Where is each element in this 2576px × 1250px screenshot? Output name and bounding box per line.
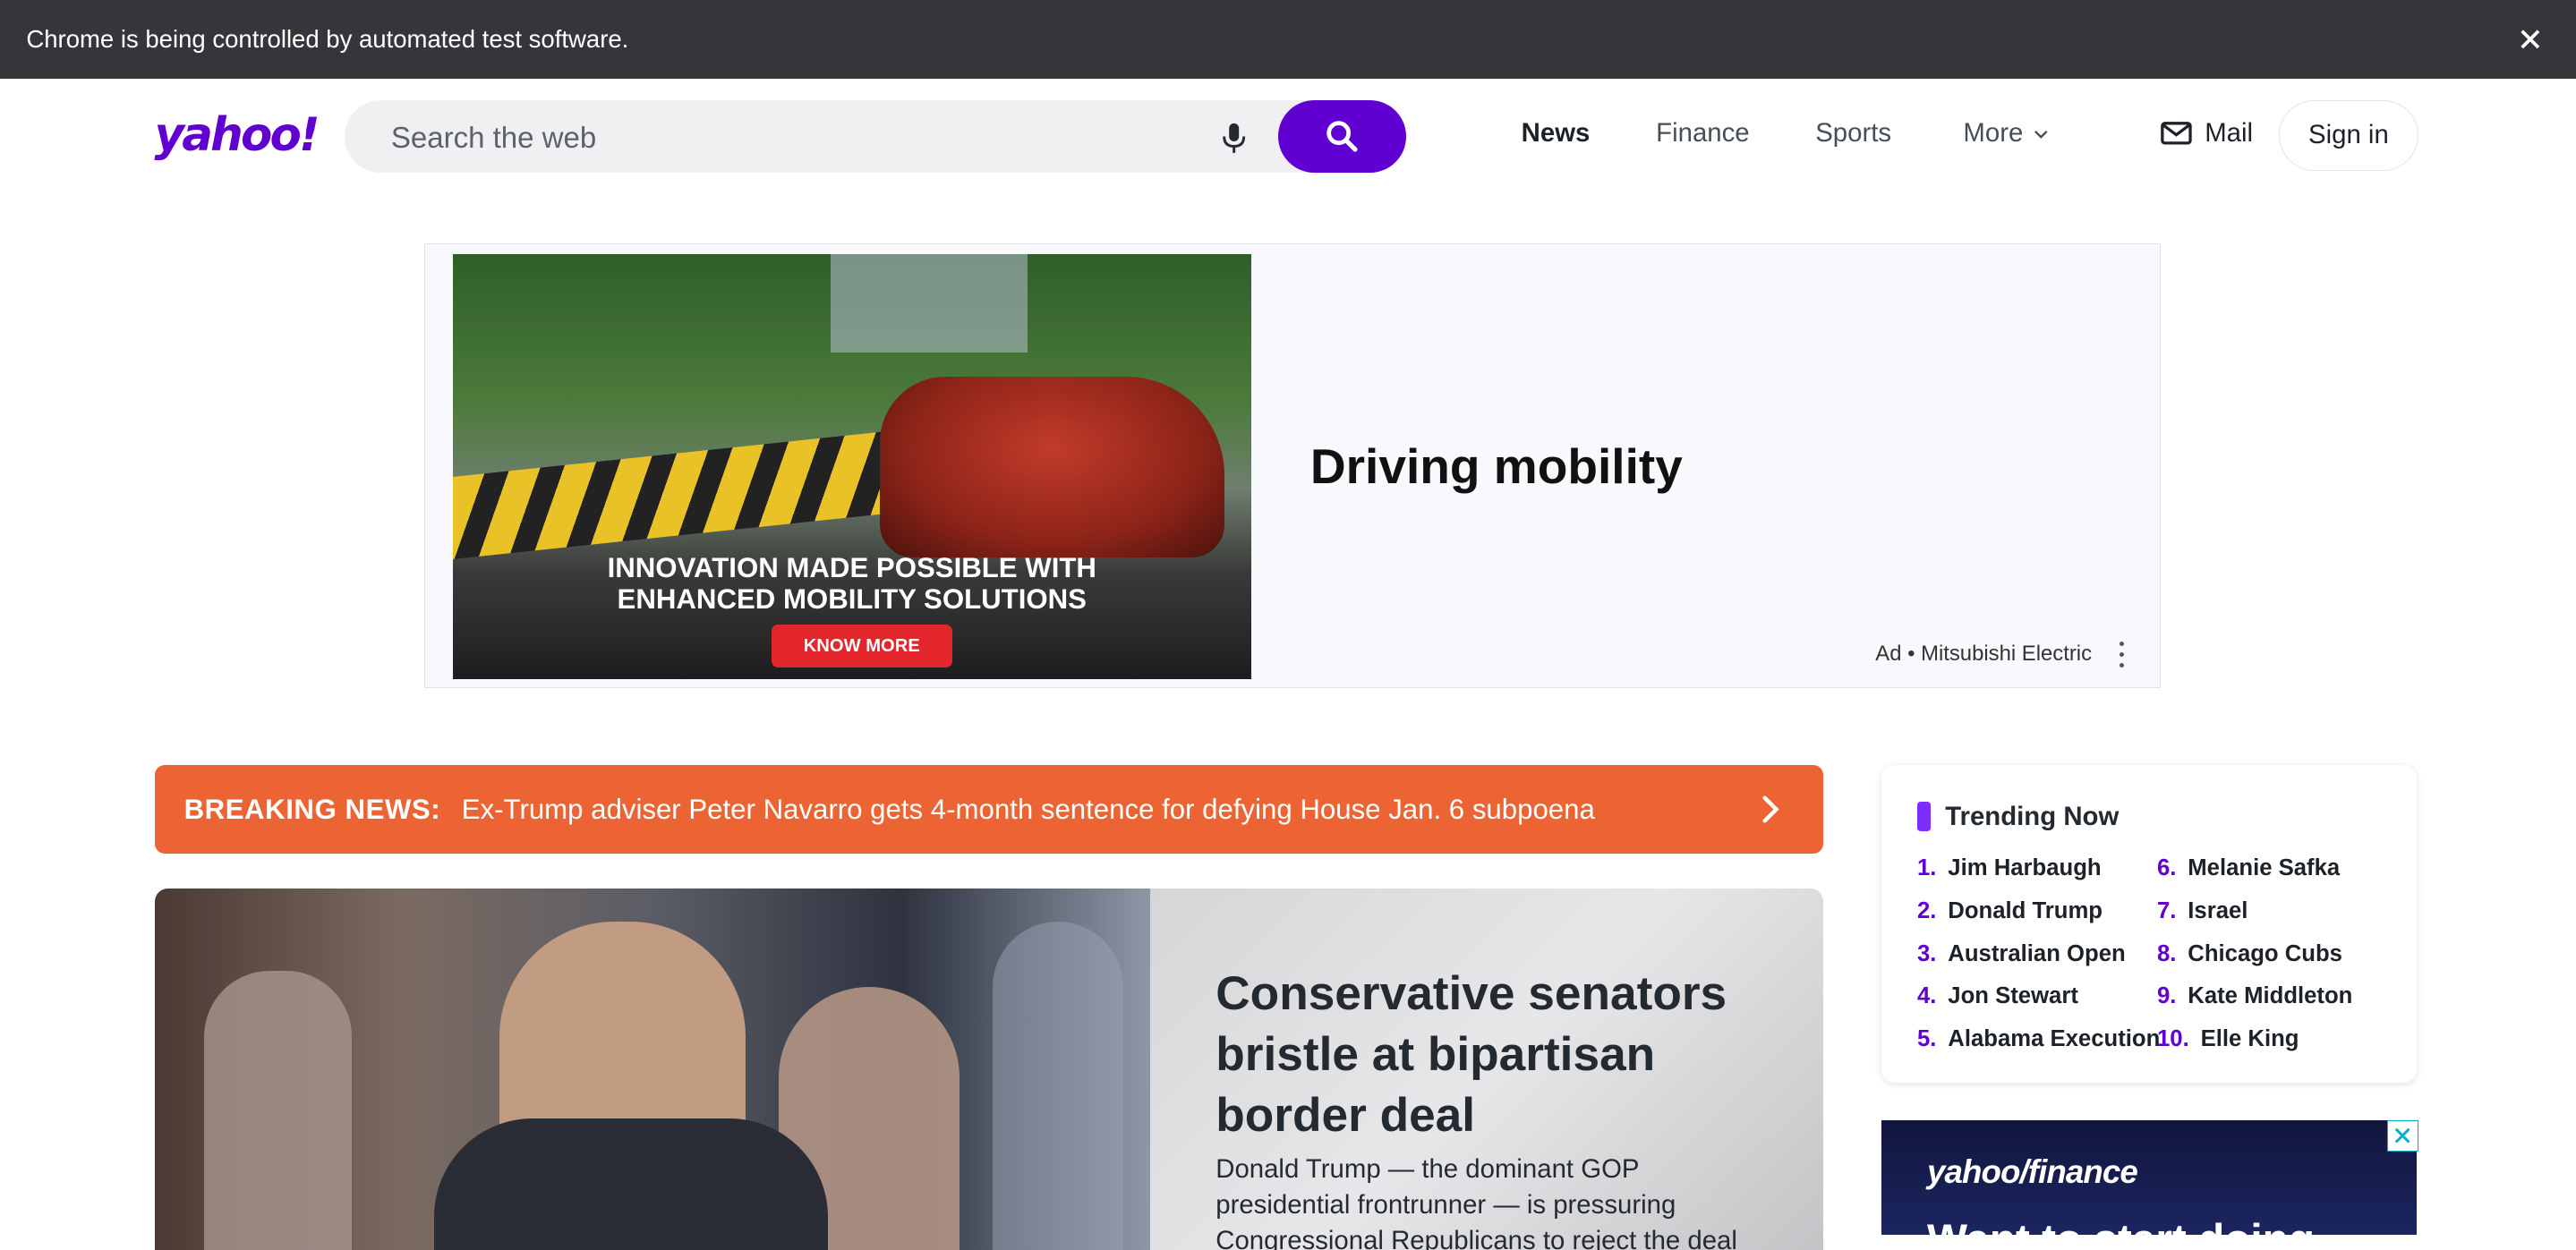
- search-bar: [345, 99, 1407, 176]
- site-header: yahoo! News Finance Sports More Mail: [0, 79, 2576, 193]
- display-ad: INNOVATION MADE POSSIBLE WITH ENHANCED M…: [423, 242, 2161, 689]
- more-options-icon[interactable]: [2112, 641, 2132, 668]
- yahoo-finance-logo: yahoo/finance: [1927, 1152, 2138, 1190]
- trending-item[interactable]: 6. Melanie Safka: [2157, 855, 2340, 881]
- trending-item[interactable]: 7. Israel: [2157, 898, 2248, 924]
- automation-infobar: Chrome is being controlled by automated …: [0, 0, 2576, 80]
- hero-summary: Donald Trump — the dominant GOP presiden…: [1215, 1153, 1737, 1250]
- ad-cta-button[interactable]: KNOW MORE: [771, 625, 952, 668]
- ad-image-line2: ENHANCED MOBILITY SOLUTIONS: [617, 582, 1087, 615]
- finance-ad[interactable]: yahoo/finance Want to start doing: [1881, 1119, 2417, 1236]
- mail-icon: [2160, 122, 2192, 145]
- sign-in-button[interactable]: Sign in: [2278, 99, 2418, 172]
- hero-text-panel: Conservative senators bristle at biparti…: [1149, 889, 1824, 1250]
- ad-sponsor[interactable]: Ad • Mitsubishi Electric: [1875, 642, 2092, 667]
- trending-label: Alabama Execution: [1948, 1026, 2161, 1052]
- breaking-news-label: BREAKING NEWS:: [183, 793, 441, 825]
- ad-close-icon[interactable]: [2386, 1119, 2418, 1152]
- ad-image-text: INNOVATION MADE POSSIBLE WITH ENHANCED M…: [453, 551, 1251, 616]
- search-button[interactable]: [1278, 99, 1407, 173]
- trending-item[interactable]: 8. Chicago Cubs: [2157, 941, 2342, 967]
- trending-item[interactable]: 4. Jon Stewart: [1917, 983, 2078, 1009]
- trending-label: Australian Open: [1948, 940, 2126, 966]
- trending-item[interactable]: 10. Elle King: [2157, 1026, 2299, 1052]
- trending-rank: 2.: [1917, 898, 1937, 923]
- ad-image-line1: INNOVATION MADE POSSIBLE WITH: [607, 551, 1096, 583]
- trending-rank: 8.: [2157, 940, 2177, 966]
- mail-label: Mail: [2205, 118, 2254, 149]
- car-image: [879, 377, 1225, 558]
- trending-accent-bar: [1917, 801, 1931, 831]
- hero-story[interactable]: Conservative senators bristle at biparti…: [154, 889, 1824, 1250]
- breaking-news-banner[interactable]: BREAKING NEWS: Ex-Trump adviser Peter Na…: [154, 765, 1824, 855]
- hero-headline[interactable]: Conservative senators bristle at biparti…: [1215, 964, 1774, 1146]
- trending-item[interactable]: 1. Jim Harbaugh: [1917, 855, 2102, 881]
- yahoo-logo[interactable]: yahoo!: [155, 108, 320, 162]
- trending-rank: 5.: [1917, 1026, 1937, 1052]
- trending-rank: 3.: [1917, 940, 1937, 966]
- chevron-right-icon: [1762, 795, 1779, 823]
- trending-label: Elle King: [2200, 1026, 2299, 1052]
- trending-rank: 4.: [1917, 983, 1937, 1009]
- trending-rank: 1.: [1917, 855, 1937, 881]
- nav-more[interactable]: More: [1963, 118, 2048, 149]
- mail-link[interactable]: Mail: [2160, 118, 2254, 149]
- trending-label: Jim Harbaugh: [1948, 855, 2102, 881]
- nav-finance[interactable]: Finance: [1656, 118, 1749, 149]
- search-input[interactable]: [388, 99, 1183, 176]
- breaking-news-headline: Ex-Trump adviser Peter Navarro gets 4-mo…: [461, 793, 1595, 825]
- trending-item[interactable]: 2. Donald Trump: [1917, 898, 2103, 924]
- search-icon: [1326, 121, 1358, 152]
- trending-rank: 9.: [2157, 983, 2177, 1009]
- trending-label: Israel: [2188, 898, 2248, 923]
- chevron-down-icon: [2034, 130, 2048, 139]
- trending-rank: 6.: [2157, 855, 2177, 881]
- trending-now-panel: Trending Now 1. Jim Harbaugh 2. Donald Tru…: [1881, 765, 2417, 1083]
- hero-image: [154, 889, 1150, 1250]
- trending-rank: 10.: [2157, 1026, 2189, 1052]
- close-icon[interactable]: [2513, 23, 2546, 56]
- automation-message: Chrome is being controlled by automated …: [26, 25, 629, 54]
- nav-news[interactable]: News: [1522, 118, 1591, 149]
- ad-image[interactable]: INNOVATION MADE POSSIBLE WITH ENHANCED M…: [452, 253, 1251, 680]
- microphone-icon[interactable]: [1221, 122, 1247, 155]
- trending-label: Jon Stewart: [1948, 983, 2078, 1009]
- trending-label: Chicago Cubs: [2188, 940, 2342, 966]
- trending-item[interactable]: 9. Kate Middleton: [2157, 983, 2352, 1009]
- trending-item[interactable]: 5. Alabama Execution: [1917, 1026, 2160, 1052]
- trending-item[interactable]: 3. Australian Open: [1917, 941, 2126, 967]
- trending-label: Donald Trump: [1948, 898, 2103, 923]
- trending-label: Melanie Safka: [2188, 855, 2341, 881]
- trending-title: Trending Now: [1945, 801, 2120, 831]
- trending-label: Kate Middleton: [2188, 983, 2353, 1009]
- nav-more-label: More: [1963, 118, 2024, 149]
- finance-ad-teaser: Want to start doing: [1927, 1215, 2315, 1235]
- trending-rank: 7.: [2157, 898, 2177, 923]
- nav-sports[interactable]: Sports: [1815, 118, 1891, 149]
- ad-title[interactable]: Driving mobility: [1310, 438, 1683, 495]
